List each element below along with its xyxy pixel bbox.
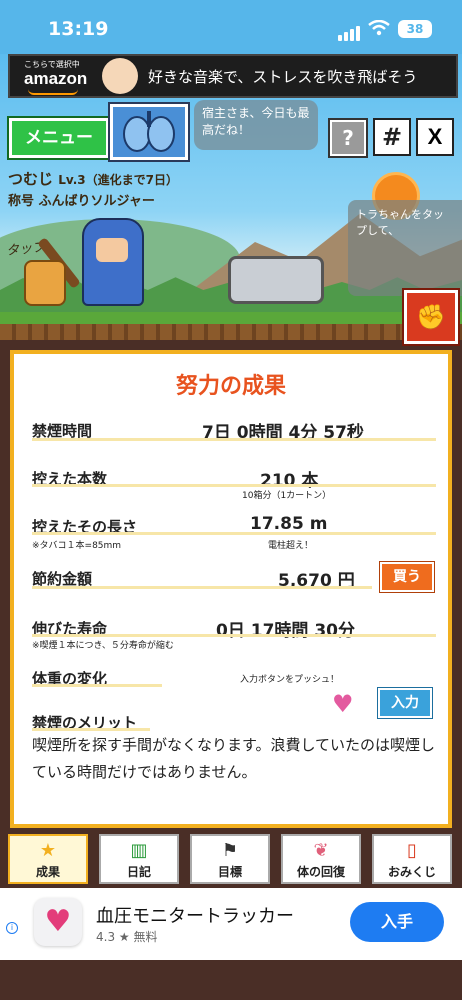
divider: [32, 634, 436, 637]
tab-label: おみくじ: [387, 865, 436, 879]
tab-label: 日記: [126, 865, 151, 879]
length-avoided-note: ※タバコ１本=85mm: [32, 541, 122, 551]
results-panel: 努力の成果 禁煙時間 7日 0時間 4分 57秒 控えた本数 210 本 10箱…: [10, 350, 452, 828]
tab-body-recovery[interactable]: ❦ 体の回復: [281, 834, 361, 884]
ad-app-rating: 4.3 ★ 無料: [96, 930, 158, 944]
speech-bubble: 宿主さま、今日も最高だね！: [194, 100, 318, 150]
help-button[interactable]: ?: [328, 118, 368, 158]
tab-goals[interactable]: ⚑ 目標: [190, 834, 270, 884]
tab-results[interactable]: ★ 成果: [8, 834, 88, 884]
star-icon: ★: [39, 840, 57, 861]
length-avoided-value: 17.85 m: [250, 514, 328, 534]
grass-strip: [0, 312, 462, 324]
weight-input-button[interactable]: 入力: [377, 687, 433, 719]
cigarettes-avoided-sub: 10箱分（1カートン）: [242, 491, 332, 501]
top-ad-banner[interactable]: こちらで選択中 amazon 好きな音楽で、ストレスを吹き飛ばそう: [8, 54, 458, 98]
wifi-icon: [368, 20, 390, 36]
get-app-button[interactable]: 入手: [350, 902, 444, 942]
ashtray-enemy[interactable]: [228, 256, 324, 304]
omikuji-icon: ▯: [407, 840, 417, 861]
flag-icon: ⚑: [221, 840, 239, 861]
tab-label: 目標: [217, 865, 242, 879]
length-avoided-sub: 電柱超え！: [268, 541, 314, 551]
hero-face: [96, 238, 128, 262]
character-name-text: つむじ: [8, 170, 54, 188]
divider: [32, 586, 372, 589]
life-extended-note: ※喫煙１本につき、５分寿命が縮む: [32, 641, 174, 651]
merit-text: 喫煙所を探す手間がなくなります。浪費していたのは喫煙している時間だけではありませ…: [32, 736, 436, 781]
tab-omikuji[interactable]: ▯ おみくじ: [372, 834, 452, 884]
character-title: 称号 ふんばりソルジャー: [8, 194, 155, 209]
bottom-bar: [0, 960, 462, 1000]
battery-indicator: 38: [398, 20, 432, 38]
bottom-ad-banner[interactable]: i ♥ 血圧モニタートラッカー 4.3 ★ 無料 入手: [0, 888, 462, 960]
character-name: つむじ Lv.3（進化まで7日）: [8, 168, 178, 189]
amazon-smile-icon: [28, 89, 78, 95]
headphones-person-image: [102, 58, 138, 94]
divider: [32, 484, 436, 487]
amazon-logo: amazon: [24, 69, 88, 88]
fist-icon: ✊: [416, 303, 446, 331]
divider: [32, 532, 436, 535]
character-level: Lv.3（進化まで7日）: [58, 173, 178, 187]
panel-title: 努力の成果: [175, 374, 286, 399]
tab-bar: ★ 成果 ▥ 日記 ⚑ 目標 ❦ 体の回復 ▯ おみくじ: [0, 830, 462, 888]
lungs-icon: ❦: [313, 840, 329, 861]
tab-label: 成果: [35, 865, 60, 879]
ad-info-icon[interactable]: i: [6, 922, 18, 934]
x-share-button[interactable]: X: [416, 118, 454, 156]
buy-button[interactable]: 買う: [379, 561, 435, 593]
life-extended-value: 0日 17時間 30分: [216, 621, 355, 641]
ad-text: 好きな音楽で、ストレスを吹き飛ばそう: [148, 68, 418, 86]
ad-app-name: 血圧モニタートラッカー: [96, 906, 294, 927]
book-icon: ▥: [130, 840, 148, 861]
divider: [32, 438, 436, 441]
lungs-icon: [123, 111, 175, 152]
lungs-status-button[interactable]: [108, 102, 190, 162]
weight-change-hint: 入力ボタンをプッシュ！: [240, 675, 340, 685]
divider: [32, 728, 150, 731]
menu-button[interactable]: メニュー: [7, 116, 111, 160]
tiger-cat-character[interactable]: [24, 260, 66, 306]
signal-icon: [338, 22, 362, 41]
tab-diary[interactable]: ▥ 日記: [99, 834, 179, 884]
dirt-strip: [0, 324, 462, 340]
hashtag-button[interactable]: #: [373, 118, 411, 156]
character-speech-bubble: トラちゃんをタップして、: [348, 200, 462, 296]
hero-character[interactable]: [82, 218, 144, 306]
heart-app-icon: ♥: [34, 898, 82, 946]
punch-button[interactable]: ✊: [402, 288, 460, 346]
status-time: 13:19: [48, 18, 109, 40]
divider: [32, 684, 162, 687]
heart-icon: ♥: [332, 690, 354, 718]
tab-label: 体の回復: [296, 865, 345, 879]
